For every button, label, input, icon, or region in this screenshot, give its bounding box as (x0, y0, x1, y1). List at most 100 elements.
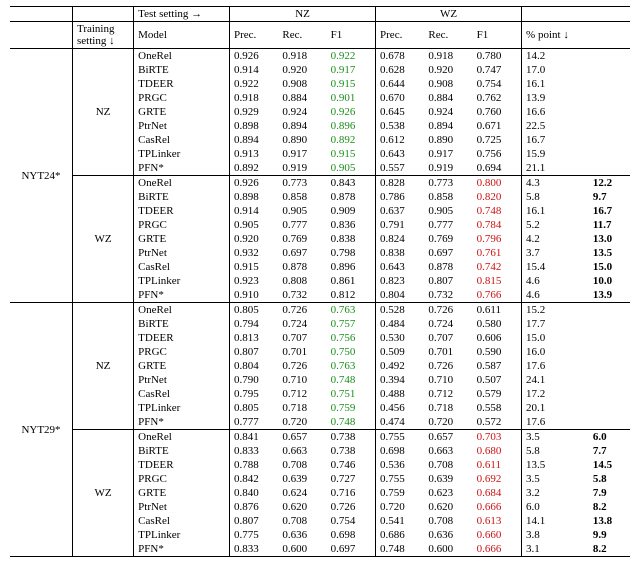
nz-rec: 0.697 (278, 246, 326, 260)
wz-f1: 0.692 (473, 472, 522, 486)
pct-point: 6.0 (522, 500, 589, 514)
prec-header-wz: Prec. (376, 22, 425, 49)
wz-rec: 0.917 (424, 147, 472, 161)
pct-point: 5.2 (522, 218, 589, 232)
bold-delta: 13.0 (589, 232, 630, 246)
bold-delta (589, 317, 630, 331)
wz-prec: 0.484 (376, 317, 425, 331)
nz-prec: 0.910 (230, 288, 279, 303)
nz-rec: 0.917 (278, 147, 326, 161)
wz-rec: 0.720 (424, 415, 472, 430)
nz-f1: 0.751 (327, 387, 376, 401)
f1-header-nz: F1 (327, 22, 376, 49)
nz-rec: 0.894 (278, 119, 326, 133)
model-cell: CasRel (134, 387, 230, 401)
nz-f1: 0.798 (327, 246, 376, 260)
wz-prec: 0.828 (376, 176, 425, 191)
nz-f1: 0.746 (327, 458, 376, 472)
wz-rec: 0.919 (424, 161, 472, 176)
pct-point: 24.1 (522, 373, 589, 387)
nz-f1: 0.922 (327, 49, 376, 64)
nz-f1: 0.838 (327, 232, 376, 246)
pct-point-header: % point ↓ (522, 22, 589, 49)
nz-f1: 0.754 (327, 514, 376, 528)
nz-rec: 0.884 (278, 91, 326, 105)
wz-prec: 0.538 (376, 119, 425, 133)
pct-point: 14.2 (522, 49, 589, 64)
nz-f1: 0.896 (327, 260, 376, 274)
model-cell: TPLinker (134, 274, 230, 288)
wz-f1: 0.684 (473, 486, 522, 500)
wz-prec: 0.698 (376, 444, 425, 458)
wz-rec: 0.697 (424, 246, 472, 260)
bold-delta (589, 331, 630, 345)
wz-f1: 0.587 (473, 359, 522, 373)
wz-f1: 0.760 (473, 105, 522, 119)
wz-rec: 0.773 (424, 176, 472, 191)
nz-f1: 0.812 (327, 288, 376, 303)
pct-point: 4.3 (522, 176, 589, 191)
wz-prec: 0.488 (376, 387, 425, 401)
wz-f1: 0.703 (473, 430, 522, 445)
wz-f1: 0.784 (473, 218, 522, 232)
nz-f1: 0.763 (327, 303, 376, 318)
wz-f1: 0.761 (473, 246, 522, 260)
nz-rec: 0.732 (278, 288, 326, 303)
wz-f1: 0.613 (473, 514, 522, 528)
wz-rec: 0.620 (424, 500, 472, 514)
pct-point: 15.9 (522, 147, 589, 161)
wz-rec: 0.732 (424, 288, 472, 303)
bold-delta: 6.0 (589, 430, 630, 445)
wz-f1: 0.754 (473, 77, 522, 91)
wz-prec: 0.643 (376, 147, 425, 161)
nz-rec: 0.905 (278, 204, 326, 218)
nz-prec: 0.807 (230, 514, 279, 528)
nz-rec: 0.710 (278, 373, 326, 387)
wz-f1: 0.800 (473, 176, 522, 191)
wz-f1: 0.671 (473, 119, 522, 133)
wz-rec: 0.905 (424, 204, 472, 218)
pct-point: 17.6 (522, 359, 589, 373)
wz-f1: 0.666 (473, 500, 522, 514)
wz-f1: 0.606 (473, 331, 522, 345)
pct-point: 15.0 (522, 331, 589, 345)
wz-prec: 0.804 (376, 288, 425, 303)
bold-delta: 9.7 (589, 190, 630, 204)
wz-rec: 0.878 (424, 260, 472, 274)
model-cell: TPLinker (134, 147, 230, 161)
rec-header-nz: Rec. (278, 22, 326, 49)
nz-rec: 0.663 (278, 444, 326, 458)
nz-prec: 0.914 (230, 204, 279, 218)
nz-prec: 0.932 (230, 246, 279, 260)
model-cell: TDEER (134, 77, 230, 91)
col-group-nz: NZ (230, 7, 376, 22)
nz-f1: 0.836 (327, 218, 376, 232)
model-cell: OneRel (134, 303, 230, 318)
wz-f1: 0.762 (473, 91, 522, 105)
model-cell: GRTE (134, 359, 230, 373)
wz-prec: 0.394 (376, 373, 425, 387)
wz-f1: 0.680 (473, 444, 522, 458)
model-cell: CasRel (134, 514, 230, 528)
wz-rec: 0.724 (424, 317, 472, 331)
wz-prec: 0.755 (376, 430, 425, 445)
nz-f1: 0.756 (327, 331, 376, 345)
model-cell: PRGC (134, 218, 230, 232)
nz-f1: 0.901 (327, 91, 376, 105)
pct-point: 15.4 (522, 260, 589, 274)
nz-rec: 0.890 (278, 133, 326, 147)
model-cell: PFN* (134, 542, 230, 557)
wz-f1: 0.579 (473, 387, 522, 401)
nz-prec: 0.892 (230, 161, 279, 176)
bold-delta (589, 359, 630, 373)
nz-rec: 0.918 (278, 49, 326, 64)
wz-rec: 0.623 (424, 486, 472, 500)
nz-prec: 0.876 (230, 500, 279, 514)
wz-prec: 0.755 (376, 472, 425, 486)
nz-rec: 0.701 (278, 345, 326, 359)
nz-prec: 0.805 (230, 303, 279, 318)
wz-rec: 0.708 (424, 458, 472, 472)
bold-delta (589, 105, 630, 119)
wz-rec: 0.807 (424, 274, 472, 288)
wz-rec: 0.894 (424, 119, 472, 133)
